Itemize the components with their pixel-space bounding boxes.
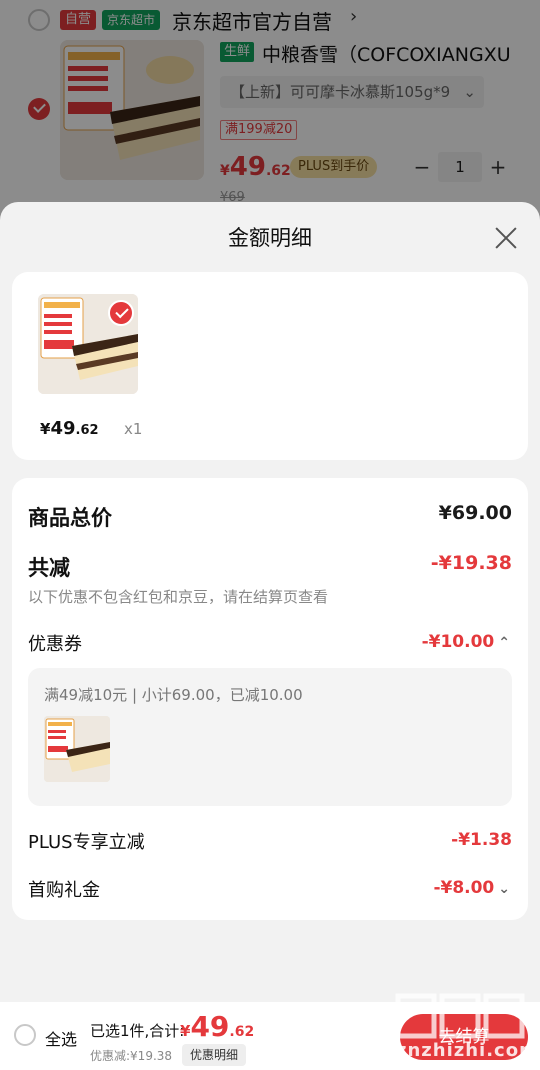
item-price: ¥49.62 — [40, 418, 99, 439]
total-yen: ¥ — [180, 1022, 191, 1040]
item-price-yen: ¥ — [40, 420, 51, 438]
coupon-item-thumbnail — [44, 716, 110, 782]
close-icon[interactable] — [494, 226, 518, 250]
chevron-up-icon — [494, 632, 510, 652]
total-price: ¥49.62 — [180, 1010, 254, 1043]
reduce-value: -¥19.38 — [430, 552, 512, 574]
select-all-label[interactable]: 全选 — [45, 1026, 77, 1050]
amount-detail-sheet: 金额明细 ¥49.62 x1 商品总价 ¥69.00 共减 -¥19.38 以下… — [0, 202, 540, 1070]
total-label: 商品总价 — [28, 506, 112, 530]
price-breakdown-card: 商品总价 ¥69.00 共减 -¥19.38 以下优惠不包含红包和京豆，请在结算… — [12, 478, 528, 920]
select-all-checkbox[interactable] — [14, 1024, 36, 1046]
selected-summary: 已选1件,合计: — [90, 1022, 185, 1040]
total-dec: .62 — [229, 1024, 255, 1040]
item-price-int: 49 — [50, 418, 76, 439]
item-quantity: x1 — [124, 420, 143, 438]
coupon-value: -¥10.00 — [421, 632, 495, 652]
plus-discount-value: -¥1.38 — [451, 830, 512, 850]
discount-amount: 优惠减:¥19.38 — [90, 1049, 173, 1063]
item-price-dec: .62 — [75, 423, 99, 438]
reduce-note: 以下优惠不包含红包和京豆，请在结算页查看 — [28, 588, 329, 606]
item-card: ¥49.62 x1 — [12, 272, 528, 460]
total-int: 49 — [190, 1010, 230, 1043]
discount-detail-button[interactable]: 优惠明细 — [182, 1044, 247, 1066]
coupon-toggle[interactable]: -¥10.00 — [422, 632, 510, 652]
reduce-label: 共减 — [28, 556, 70, 580]
first-purchase-gift-label: 首购礼金 — [28, 880, 100, 901]
coupon-label: 优惠券 — [28, 634, 82, 655]
first-purchase-gift-value: -¥8.00 — [433, 878, 495, 898]
coupon-detail-box: 满49减10元 | 小计69.00，已减10.00 — [28, 668, 512, 806]
total-value: ¥69.00 — [438, 502, 512, 524]
sheet-title: 金额明细 — [228, 226, 312, 250]
plus-discount-label: PLUS专享立减 — [28, 832, 145, 853]
coupon-detail-text: 满49减10元 | 小计69.00，已减10.00 — [44, 686, 303, 704]
chevron-down-icon — [494, 878, 510, 898]
watermark-text: znzhizhi.com — [396, 1040, 539, 1061]
item-selected-check-icon — [108, 300, 134, 326]
gift-toggle[interactable]: -¥8.00 — [433, 878, 510, 898]
